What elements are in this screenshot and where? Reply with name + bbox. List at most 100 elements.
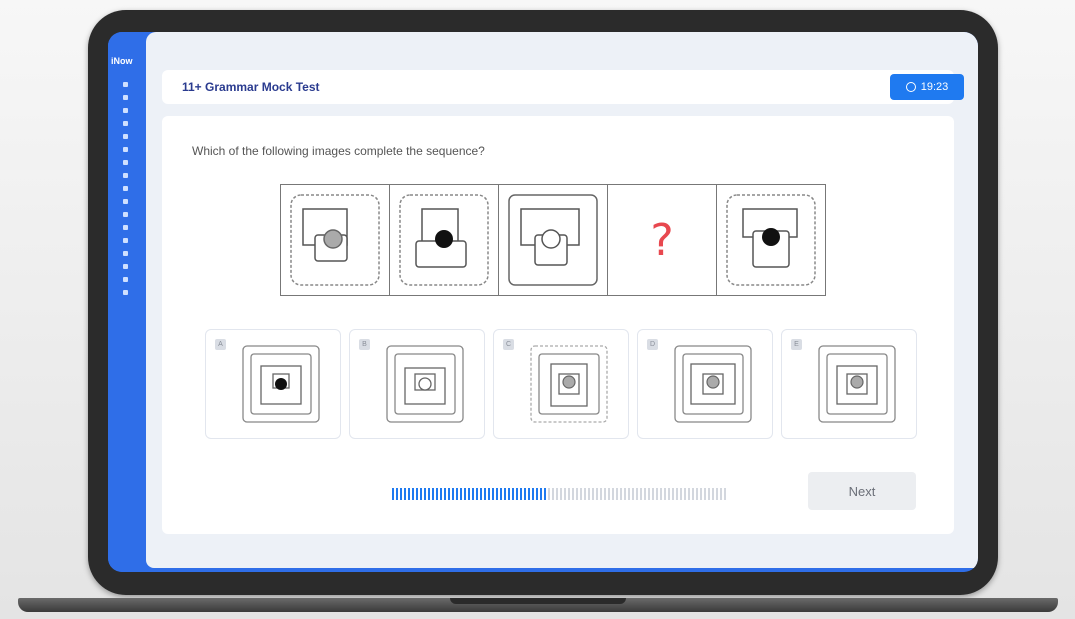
progress-segment [500, 488, 502, 500]
progress-segment [504, 488, 506, 500]
progress-segment [628, 488, 630, 500]
pattern-gray-dot-icon [290, 194, 380, 286]
app-main: 11+ Grammar Mock Test 19:23 Which of the… [146, 32, 978, 568]
sidebar-nav-item[interactable] [123, 277, 128, 282]
progress-segment [560, 488, 562, 500]
option-d[interactable]: D [637, 329, 773, 439]
progress-segment [644, 488, 646, 500]
sidebar-nav-item[interactable] [123, 95, 128, 100]
timer-badge: 19:23 [890, 74, 964, 100]
progress-segment [556, 488, 558, 500]
progress-segment [444, 488, 446, 500]
progress-segment [412, 488, 414, 500]
progress-segment [460, 488, 462, 500]
progress-segment [428, 488, 430, 500]
progress-segment [672, 488, 674, 500]
progress-bar [392, 488, 730, 500]
progress-segment [464, 488, 466, 500]
option-white-dot-icon [386, 345, 464, 423]
progress-segment [468, 488, 470, 500]
progress-segment [576, 488, 578, 500]
sidebar-nav-item[interactable] [123, 290, 128, 295]
progress-segment [456, 488, 458, 500]
progress-segment [416, 488, 418, 500]
missing-question-mark: ? [650, 214, 674, 266]
laptop-notch [450, 598, 626, 604]
progress-segment [684, 488, 686, 500]
progress-segment [484, 488, 486, 500]
sequence-cell-3 [499, 185, 608, 295]
progress-segment [552, 488, 554, 500]
progress-segment [404, 488, 406, 500]
progress-segment [480, 488, 482, 500]
sidebar-nav-item[interactable] [123, 160, 128, 165]
test-title: 11+ Grammar Mock Test [182, 80, 320, 94]
option-letter: E [791, 339, 802, 350]
question-card: Which of the following images complete t… [162, 116, 954, 534]
option-a[interactable]: A [205, 329, 341, 439]
option-letter: A [215, 339, 226, 350]
option-black-dot-icon [242, 345, 320, 423]
sidebar-nav-item[interactable] [123, 264, 128, 269]
option-gray-dot-icon [530, 345, 608, 423]
sidebar-nav-item[interactable] [123, 199, 128, 204]
progress-segment [432, 488, 434, 500]
sidebar-nav-item[interactable] [123, 147, 128, 152]
sidebar-nav-item[interactable] [123, 173, 128, 178]
sidebar-brand: iNow [111, 56, 133, 66]
progress-segment [548, 488, 550, 500]
progress-segment [696, 488, 698, 500]
progress-segment [536, 488, 538, 500]
progress-segment [436, 488, 438, 500]
progress-segment [580, 488, 582, 500]
progress-segment [528, 488, 530, 500]
sidebar-nav-item[interactable] [123, 108, 128, 113]
sidebar-nav-item[interactable] [123, 134, 128, 139]
progress-segment [640, 488, 642, 500]
sidebar-nav-item[interactable] [123, 121, 128, 126]
progress-segment [724, 488, 726, 500]
answer-options: A B C D E [205, 329, 917, 439]
option-b[interactable]: B [349, 329, 485, 439]
clock-icon [905, 82, 916, 92]
progress-segment [700, 488, 702, 500]
option-letter: D [647, 339, 658, 350]
progress-segment [396, 488, 398, 500]
progress-segment [648, 488, 650, 500]
progress-segment [620, 488, 622, 500]
progress-segment [592, 488, 594, 500]
option-gray-dot-icon [818, 345, 896, 423]
question-text: Which of the following images complete t… [192, 144, 485, 158]
progress-segment [584, 488, 586, 500]
sidebar-nav-item[interactable] [123, 251, 128, 256]
progress-segment [508, 488, 510, 500]
option-c[interactable]: C [493, 329, 629, 439]
progress-segment [440, 488, 442, 500]
next-button[interactable]: Next [808, 472, 916, 510]
progress-segment [660, 488, 662, 500]
sidebar-nav-item[interactable] [123, 212, 128, 217]
progress-segment [540, 488, 542, 500]
pattern-black-dot-icon [399, 194, 489, 286]
sidebar-nav-item[interactable] [123, 82, 128, 87]
progress-segment [492, 488, 494, 500]
progress-segment [512, 488, 514, 500]
option-letter: C [503, 339, 514, 350]
progress-segment [408, 488, 410, 500]
sidebar: iNow [108, 32, 146, 572]
progress-segment [600, 488, 602, 500]
progress-segment [688, 488, 690, 500]
progress-segment [636, 488, 638, 500]
sidebar-nav-item[interactable] [123, 186, 128, 191]
sequence-cell-1 [281, 185, 390, 295]
progress-segment [680, 488, 682, 500]
option-e[interactable]: E [781, 329, 917, 439]
progress-segment [676, 488, 678, 500]
progress-segment [476, 488, 478, 500]
sidebar-nav-item[interactable] [123, 238, 128, 243]
progress-segment [532, 488, 534, 500]
progress-segment [420, 488, 422, 500]
sequence-strip: ? [280, 184, 826, 296]
sidebar-nav-item[interactable] [123, 225, 128, 230]
progress-segment [568, 488, 570, 500]
